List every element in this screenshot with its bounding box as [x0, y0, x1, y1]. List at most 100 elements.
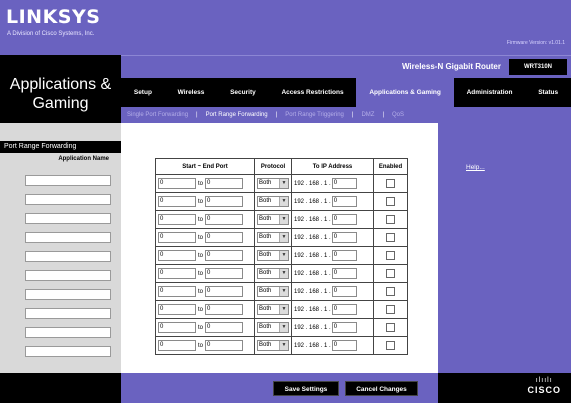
table-row: 0 to 0 Both ▼ 192 . 168 . 1 .0 — [155, 300, 408, 319]
end-port-input[interactable]: 0 — [205, 340, 244, 351]
ip-last-octet-input[interactable]: 0 — [331, 178, 357, 189]
ip-last-octet-input[interactable]: 0 — [331, 214, 357, 225]
application-name-input[interactable] — [25, 194, 111, 205]
to-label: to — [198, 216, 204, 223]
application-name-input[interactable] — [25, 175, 111, 186]
protocol-select[interactable]: Both ▼ — [257, 232, 289, 243]
tab-applications-gaming[interactable]: Applications & Gaming — [356, 78, 454, 107]
application-name-input[interactable] — [25, 232, 111, 243]
start-port-input[interactable]: 0 — [158, 268, 196, 279]
application-name-input[interactable] — [25, 327, 111, 338]
enabled-cell — [373, 282, 408, 301]
enabled-cell — [373, 228, 408, 247]
enabled-checkbox[interactable] — [386, 215, 395, 224]
ip-last-octet-input[interactable]: 0 — [331, 304, 357, 315]
end-port-input[interactable]: 0 — [205, 268, 244, 279]
application-name-input[interactable] — [25, 270, 111, 281]
ip-last-octet-input[interactable]: 0 — [331, 196, 357, 207]
enabled-checkbox[interactable] — [386, 179, 395, 188]
protocol-select[interactable]: Both ▼ — [257, 304, 289, 315]
start-port-input[interactable]: 0 — [158, 340, 196, 351]
application-name-input[interactable] — [25, 289, 111, 300]
end-port-input[interactable]: 0 — [205, 322, 244, 333]
end-port-input[interactable]: 0 — [205, 178, 244, 189]
tab-wireless[interactable]: Wireless — [165, 78, 217, 107]
ip-last-octet-input[interactable]: 0 — [331, 268, 357, 279]
chevron-down-icon: ▼ — [279, 251, 288, 260]
application-name-input[interactable] — [25, 346, 111, 357]
subtab-port-range-forwarding[interactable]: Port Range Forwarding — [206, 112, 268, 118]
protocol-select[interactable]: Both ▼ — [257, 214, 289, 225]
enabled-checkbox[interactable] — [386, 287, 395, 296]
enabled-checkbox[interactable] — [386, 269, 395, 278]
tab-security[interactable]: Security — [217, 78, 268, 107]
top-header: LINKSYS A Division of Cisco Systems, Inc… — [0, 0, 571, 55]
start-port-input[interactable]: 0 — [158, 196, 196, 207]
table-row: 0 to 0 Both ▼ 192 . 168 . 1 .0 — [155, 174, 408, 193]
application-name-input[interactable] — [25, 251, 111, 262]
save-settings-button[interactable]: Save Settings — [273, 381, 339, 396]
cisco-logo: ılıılı CISCO — [527, 377, 561, 396]
start-port-input[interactable]: 0 — [158, 232, 196, 243]
tab-status[interactable]: Status — [525, 78, 571, 107]
column-header-ip-address: To IP Address — [291, 158, 374, 175]
chevron-down-icon: ▼ — [279, 233, 288, 242]
enabled-checkbox[interactable] — [386, 305, 395, 314]
protocol-select[interactable]: Both ▼ — [257, 322, 289, 333]
protocol-select[interactable]: Both ▼ — [257, 268, 289, 279]
subtab-separator: | — [275, 112, 278, 118]
ip-address-cell: 192 . 168 . 1 .0 — [291, 246, 374, 265]
ip-address-cell: 192 . 168 . 1 .0 — [291, 192, 374, 211]
end-port-input[interactable]: 0 — [205, 250, 244, 261]
protocol-select[interactable]: Both ▼ — [257, 196, 289, 207]
enabled-cell — [373, 210, 408, 229]
application-name-input[interactable] — [25, 213, 111, 224]
ip-last-octet-input[interactable]: 0 — [331, 322, 357, 333]
application-name-input[interactable] — [25, 308, 111, 319]
to-label: to — [198, 234, 204, 241]
end-port-input[interactable]: 0 — [205, 286, 244, 297]
subtab-single-port-forwarding[interactable]: Single Port Forwarding — [127, 112, 188, 118]
tab-access-restrictions[interactable]: Access Restrictions — [269, 78, 357, 107]
chevron-down-icon: ▼ — [279, 215, 288, 224]
enabled-checkbox[interactable] — [386, 323, 395, 332]
enabled-checkbox[interactable] — [386, 251, 395, 260]
ip-address-cell: 192 . 168 . 1 .0 — [291, 336, 374, 355]
subtab-dmz[interactable]: DMZ — [361, 112, 374, 118]
ip-last-octet-input[interactable]: 0 — [331, 232, 357, 243]
cancel-changes-button[interactable]: Cancel Changes — [345, 381, 418, 396]
tab-administration[interactable]: Administration — [454, 78, 526, 107]
protocol-value: Both — [259, 252, 272, 258]
start-port-input[interactable]: 0 — [158, 214, 196, 225]
tab-setup[interactable]: Setup — [121, 78, 165, 107]
ip-prefix: 192 . 168 . 1 . — [294, 252, 331, 259]
help-link[interactable]: Help... — [466, 164, 485, 171]
ip-last-octet-input[interactable]: 0 — [331, 340, 357, 351]
enabled-checkbox[interactable] — [386, 197, 395, 206]
ip-last-octet-input[interactable]: 0 — [331, 286, 357, 297]
enabled-checkbox[interactable] — [386, 341, 395, 350]
protocol-select[interactable]: Both ▼ — [257, 340, 289, 351]
subtab-port-range-triggering[interactable]: Port Range Triggering — [285, 112, 344, 118]
section-title: Applications & Gaming — [0, 55, 121, 123]
start-port-input[interactable]: 0 — [158, 304, 196, 315]
subtab-qos[interactable]: QoS — [392, 112, 404, 118]
cisco-logo-bars: ılıılı — [535, 377, 553, 384]
end-port-input[interactable]: 0 — [205, 214, 244, 225]
end-port-input[interactable]: 0 — [205, 304, 244, 315]
enabled-checkbox[interactable] — [386, 233, 395, 242]
end-port-input[interactable]: 0 — [205, 232, 244, 243]
chevron-down-icon: ▼ — [279, 305, 288, 314]
start-port-input[interactable]: 0 — [158, 178, 196, 189]
to-label: to — [198, 288, 204, 295]
start-port-input[interactable]: 0 — [158, 250, 196, 261]
end-port-input[interactable]: 0 — [205, 196, 244, 207]
protocol-select[interactable]: Both ▼ — [257, 250, 289, 261]
port-range-cell: 0 to 0 — [155, 246, 255, 265]
start-port-input[interactable]: 0 — [158, 286, 196, 297]
protocol-cell: Both ▼ — [254, 318, 292, 337]
start-port-input[interactable]: 0 — [158, 322, 196, 333]
protocol-select[interactable]: Both ▼ — [257, 178, 289, 189]
protocol-select[interactable]: Both ▼ — [257, 286, 289, 297]
ip-last-octet-input[interactable]: 0 — [331, 250, 357, 261]
